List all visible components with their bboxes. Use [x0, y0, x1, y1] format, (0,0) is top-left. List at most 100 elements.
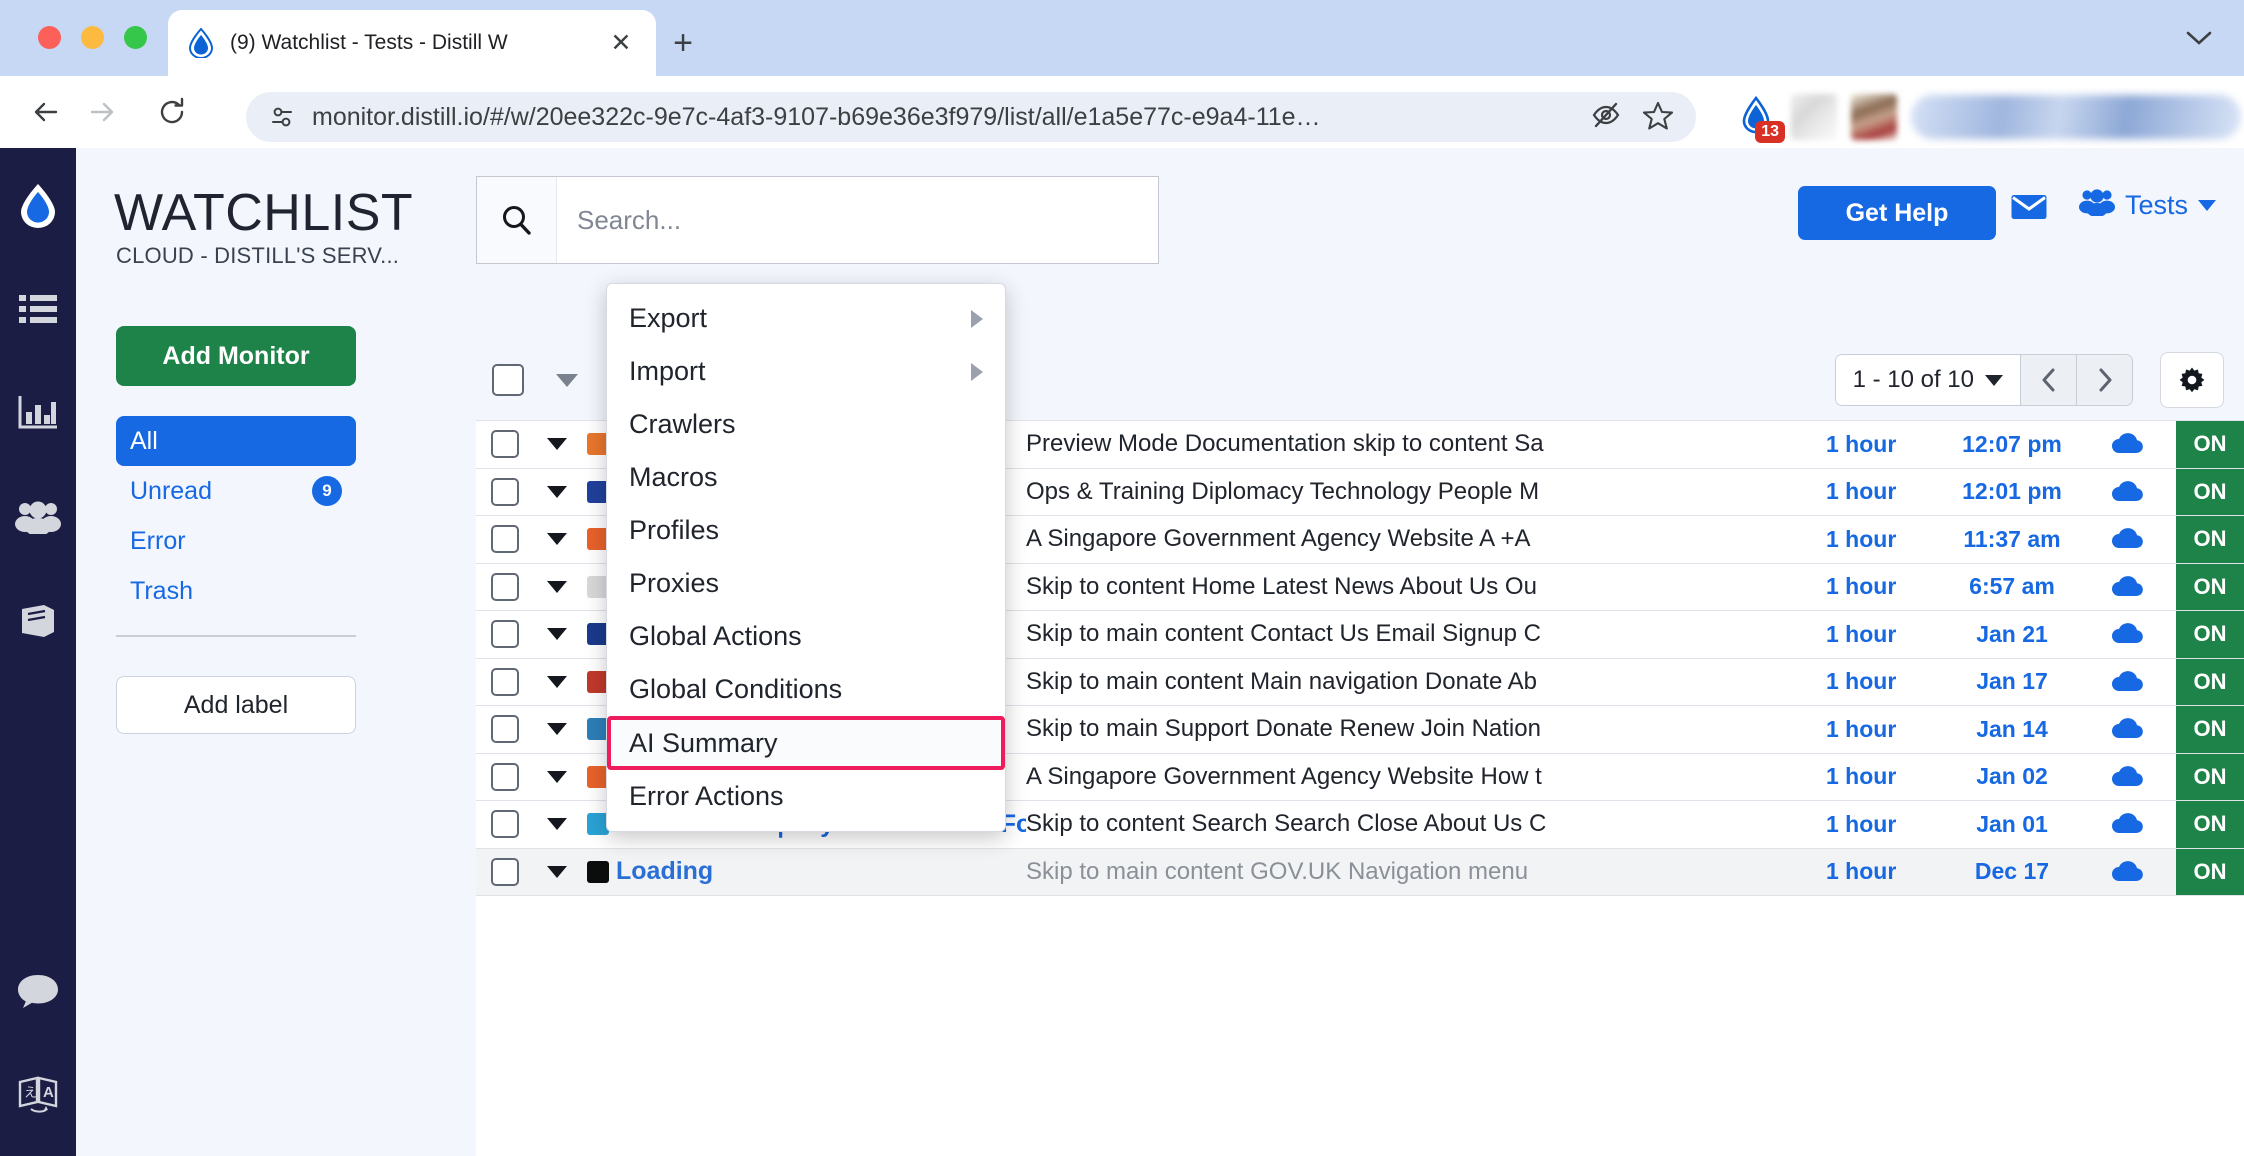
chat-icon[interactable] — [0, 960, 76, 1022]
new-tab-button[interactable]: + — [660, 20, 706, 66]
check-frequency[interactable]: 1 hour — [1826, 763, 1944, 790]
last-checked-time[interactable]: 12:01 pm — [1944, 478, 2080, 505]
check-frequency[interactable]: 1 hour — [1826, 526, 1944, 553]
mail-icon[interactable] — [2010, 192, 2048, 227]
row-expand-icon[interactable] — [534, 533, 580, 546]
status-badge[interactable]: ON — [2176, 421, 2244, 468]
row-expand-icon[interactable] — [534, 438, 580, 451]
table-row[interactable]: Loading Skip to main content GOV.UK Navig… — [476, 848, 2244, 896]
menu-item-proxies[interactable]: Proxies — [607, 557, 1005, 610]
next-page-button[interactable] — [2076, 355, 2132, 405]
select-all-dropdown-icon[interactable] — [556, 374, 578, 387]
last-checked-time[interactable]: Jan 17 — [1944, 668, 2080, 695]
check-frequency[interactable]: 1 hour — [1826, 716, 1944, 743]
check-frequency[interactable]: 1 hour — [1826, 858, 1944, 885]
select-all-checkbox[interactable] — [492, 364, 524, 396]
add-label-button[interactable]: Add label — [116, 676, 356, 734]
row-expand-icon[interactable] — [534, 770, 580, 783]
row-select-checkbox[interactable] — [476, 857, 534, 886]
sidebar-item-all[interactable]: All — [116, 416, 356, 466]
row-select-checkbox[interactable] — [476, 477, 534, 506]
close-tab-button[interactable]: ✕ — [604, 30, 638, 56]
minimize-window-button[interactable] — [81, 26, 104, 49]
row-select-checkbox[interactable] — [476, 810, 534, 839]
settings-gear-button[interactable] — [2160, 352, 2224, 408]
maximize-window-button[interactable] — [124, 26, 147, 49]
menu-item-import[interactable]: Import — [607, 345, 1005, 398]
last-checked-time[interactable]: Dec 17 — [1944, 858, 2080, 885]
row-select-checkbox[interactable] — [476, 762, 534, 791]
search-bar[interactable] — [476, 176, 1159, 264]
last-checked-time[interactable]: Jan 21 — [1944, 621, 2080, 648]
site-settings-icon[interactable] — [262, 102, 302, 132]
row-expand-icon[interactable] — [534, 580, 580, 593]
browser-tab[interactable]: (9) Watchlist - Tests - Distill W ✕ — [168, 10, 656, 76]
check-frequency[interactable]: 1 hour — [1826, 668, 1944, 695]
check-frequency[interactable]: 1 hour — [1826, 811, 1944, 838]
check-frequency[interactable]: 1 hour — [1826, 478, 1944, 505]
row-expand-icon[interactable] — [534, 628, 580, 641]
menu-item-export[interactable]: Export — [607, 292, 1005, 345]
distill-logo-icon[interactable] — [0, 176, 76, 238]
last-checked-time[interactable]: 12:07 pm — [1944, 431, 2080, 458]
eye-off-icon[interactable] — [1590, 99, 1622, 136]
menu-item-macros[interactable]: Macros — [607, 451, 1005, 504]
last-checked-time[interactable]: 11:37 am — [1944, 526, 2080, 553]
row-select-checkbox[interactable] — [476, 572, 534, 601]
row-expand-icon[interactable] — [534, 723, 580, 736]
menu-item-profiles[interactable]: Profiles — [607, 504, 1005, 557]
distill-extension-icon[interactable]: 13 — [1735, 95, 1785, 143]
book-icon[interactable] — [0, 590, 76, 652]
menu-item-global-actions[interactable]: Global Actions — [607, 610, 1005, 663]
row-expand-icon[interactable] — [534, 675, 580, 688]
people-icon[interactable] — [0, 486, 76, 548]
row-select-checkbox[interactable] — [476, 430, 534, 459]
row-expand-icon[interactable] — [534, 818, 580, 831]
chart-icon[interactable] — [0, 382, 76, 444]
last-checked-time[interactable]: Jan 02 — [1944, 763, 2080, 790]
reload-icon[interactable] — [144, 84, 200, 140]
status-badge[interactable]: ON — [2176, 468, 2244, 515]
sidebar-item-trash[interactable]: Trash — [116, 566, 356, 616]
translate-icon[interactable]: え A — [0, 1064, 76, 1126]
last-checked-time[interactable]: Jan 14 — [1944, 716, 2080, 743]
list-icon[interactable] — [0, 278, 76, 340]
last-checked-time[interactable]: 6:57 am — [1944, 573, 2080, 600]
status-badge[interactable]: ON — [2176, 658, 2244, 705]
check-frequency[interactable]: 1 hour — [1826, 621, 1944, 648]
check-frequency[interactable]: 1 hour — [1826, 431, 1944, 458]
status-badge[interactable]: ON — [2176, 848, 2244, 895]
status-badge[interactable]: ON — [2176, 706, 2244, 753]
row-select-checkbox[interactable] — [476, 525, 534, 554]
check-frequency[interactable]: 1 hour — [1826, 573, 1944, 600]
row-select-checkbox[interactable] — [476, 667, 534, 696]
blurred-profile-chip[interactable] — [1911, 95, 2241, 139]
row-expand-icon[interactable] — [534, 485, 580, 498]
add-monitor-button[interactable]: Add Monitor — [116, 326, 356, 386]
sidebar-item-unread[interactable]: Unread 9 — [116, 466, 356, 516]
row-select-checkbox[interactable] — [476, 620, 534, 649]
blurred-extension-icon[interactable] — [1851, 94, 1897, 140]
pagination-range-dropdown[interactable]: 1 - 10 of 10 — [1835, 355, 2020, 405]
menu-item-crawlers[interactable]: Crawlers — [607, 398, 1005, 451]
account-menu[interactable]: Tests — [2078, 188, 2216, 223]
close-window-button[interactable] — [38, 26, 61, 49]
previous-page-button[interactable] — [2020, 355, 2076, 405]
row-select-checkbox[interactable] — [476, 715, 534, 744]
sidebar-item-error[interactable]: Error — [116, 516, 356, 566]
status-badge[interactable]: ON — [2176, 611, 2244, 658]
last-checked-time[interactable]: Jan 01 — [1944, 811, 2080, 838]
menu-item-ai-summary[interactable]: AI Summary — [607, 716, 1005, 770]
status-badge[interactable]: ON — [2176, 801, 2244, 848]
monitor-name[interactable]: Loading — [616, 857, 1026, 886]
status-badge[interactable]: ON — [2176, 753, 2244, 800]
menu-item-error-actions[interactable]: Error Actions — [607, 770, 1005, 823]
back-icon[interactable] — [18, 84, 74, 140]
menu-item-global-conditions[interactable]: Global Conditions — [607, 663, 1005, 716]
chevron-down-icon[interactable] — [2172, 14, 2226, 62]
status-badge[interactable]: ON — [2176, 516, 2244, 563]
get-help-button[interactable]: Get Help — [1798, 186, 1996, 240]
bookmark-star-icon[interactable] — [1642, 99, 1674, 136]
search-input[interactable] — [557, 177, 1158, 263]
status-badge[interactable]: ON — [2176, 563, 2244, 610]
